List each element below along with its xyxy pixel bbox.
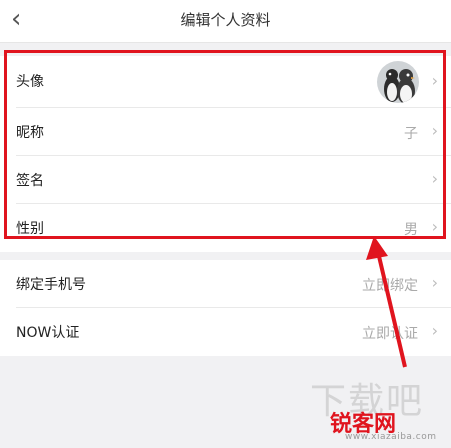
page-title: 编辑个人资料: [180, 11, 271, 29]
now-verify-value: 立即认证: [362, 326, 418, 342]
chevron-right-icon: ›: [431, 169, 438, 188]
now-verify-label: NOW认证: [16, 325, 80, 341]
signature-label: 签名: [16, 173, 44, 189]
bind-phone-label: 绑定手机号: [16, 277, 86, 293]
watermark-text: 下载吧: [310, 381, 425, 422]
watermark-brand: 锐客网: [330, 412, 397, 437]
gender-row[interactable]: 性别 男 ›: [0, 204, 451, 252]
avatar-row[interactable]: 头像 ›: [0, 56, 451, 106]
nickname-row[interactable]: 昵称 子 ›: [0, 108, 451, 156]
avatar[interactable]: [377, 61, 419, 103]
chevron-right-icon: ›: [431, 121, 438, 140]
chevron-right-icon: ›: [431, 71, 438, 90]
penguin-avatar-image: [377, 61, 419, 103]
chevron-right-icon: ›: [431, 273, 438, 292]
chevron-right-icon: ›: [431, 217, 438, 236]
gender-label: 性别: [16, 221, 44, 237]
top-bar: ‹ 编辑个人资料: [0, 0, 451, 43]
avatar-label: 头像: [16, 74, 44, 90]
watermark: 下载吧 锐客网 www.xiazaiba.com: [300, 372, 451, 448]
watermark-url: www.xiazaiba.com: [345, 432, 437, 442]
bind-phone-row[interactable]: 绑定手机号 立即绑定 ›: [0, 260, 451, 308]
bind-phone-value: 立即绑定: [362, 278, 418, 294]
nickname-value: 子: [404, 126, 418, 142]
chevron-right-icon: ›: [431, 321, 438, 340]
gender-value: 男: [404, 222, 418, 238]
signature-row[interactable]: 签名 ›: [0, 156, 451, 204]
now-verify-row[interactable]: NOW认证 立即认证 ›: [0, 308, 451, 356]
nickname-label: 昵称: [16, 125, 44, 141]
